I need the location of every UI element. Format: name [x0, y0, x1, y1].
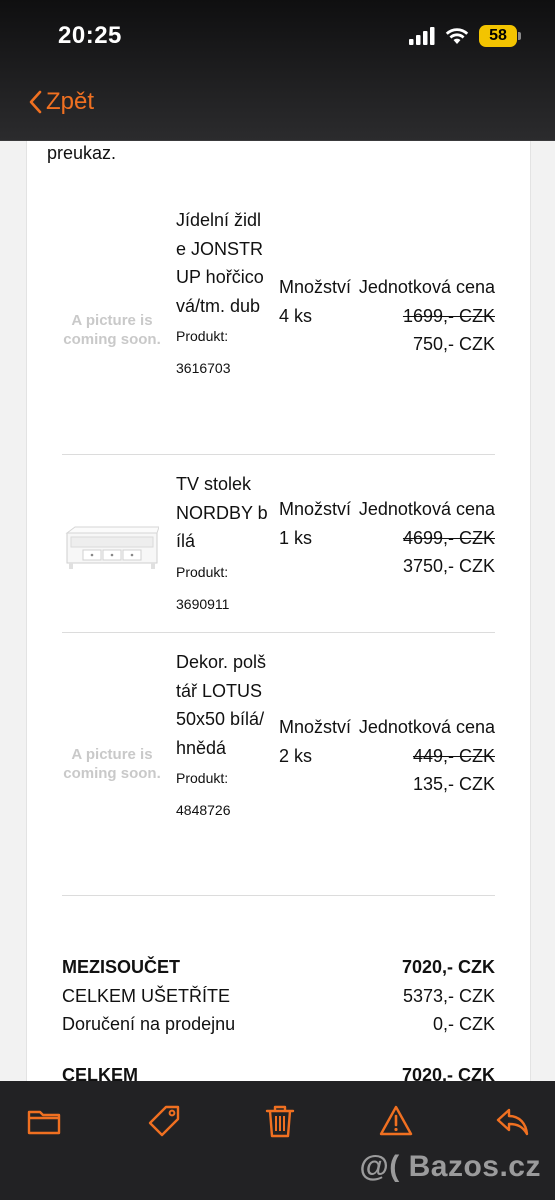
trash-icon: [265, 1105, 295, 1138]
intro-text: preukaz.: [47, 143, 117, 163]
status-time: 20:25: [58, 22, 122, 49]
new-price: 750,- CZK: [412, 334, 495, 354]
product-number: 3616703: [176, 360, 231, 376]
unit-price-label: Jednotková cena: [358, 277, 495, 297]
old-price: 1699,- CZK: [402, 305, 495, 326]
watermark: @( Bazos.cz: [359, 1150, 541, 1183]
product-label: Produkt:: [176, 770, 229, 786]
report-button[interactable]: [378, 1103, 414, 1139]
divider: [62, 895, 495, 896]
delivery-value: 0,- CZK: [432, 1014, 495, 1034]
back-button[interactable]: Zpět: [28, 88, 94, 116]
quantity: Množství 4 ks: [279, 273, 359, 330]
warning-icon: [379, 1105, 413, 1136]
top-bar: 20:25 58 Zpět: [0, 0, 555, 141]
unit-price-label: Jednotková cena: [358, 499, 495, 519]
old-price: 449,- CZK: [412, 745, 495, 766]
signal-icon: [409, 27, 435, 45]
quantity-label: Množství: [279, 499, 352, 519]
status-icons: 58: [409, 24, 521, 48]
quantity-value: 1 ks: [279, 527, 313, 548]
reply-icon: [496, 1108, 529, 1136]
unit-price: Jednotková cena 1699,- CZK 750,- CZK: [355, 273, 495, 359]
total-value: 7020,- CZK: [401, 1064, 495, 1082]
delivery-row: Doručení na prodejnu 0,- CZK: [62, 1010, 495, 1039]
order-item: A picture is coming soon. Dekor. polštář…: [62, 633, 495, 896]
new-price: 135,- CZK: [412, 774, 495, 794]
chevron-left-icon: [29, 90, 42, 114]
quantity-label: Množství: [279, 277, 352, 297]
subtotal-row: MEZISOUČET 7020,- CZK: [62, 953, 495, 982]
unit-price: Jednotková cena 449,- CZK 135,- CZK: [355, 713, 495, 799]
order-totals: MEZISOUČET 7020,- CZK CELKEM UŠETŘÍTE 53…: [62, 953, 495, 1081]
product-image: [62, 503, 162, 593]
product-name[interactable]: Jídelní židle JONSTRUP hořčicová/tm. dub…: [176, 206, 268, 384]
tv-stand-image: [65, 526, 159, 569]
folder-icon: [27, 1110, 61, 1135]
order-item: A picture is coming soon. Jídelní židle …: [62, 201, 495, 455]
tag-button[interactable]: [146, 1103, 182, 1139]
quantity-label: Množství: [279, 717, 352, 737]
unit-price: Jednotková cena 4699,- CZK 3750,- CZK: [355, 495, 495, 581]
product-number: 3690911: [176, 595, 230, 612]
total-row: CELKEM 7020,- CZK: [62, 1061, 495, 1082]
unit-price-label: Jednotková cena: [358, 717, 495, 737]
product-name[interactable]: Dekor. polštář LOTUS 50x50 bílá/hnědá Pr…: [176, 648, 268, 826]
subtotal-label: MEZISOUČET: [62, 957, 181, 977]
order-card: preukaz. A picture is coming soon. Jídel…: [26, 141, 531, 1081]
order-item: TV stolek NORDBY bílá Produkt: 3690911 M…: [62, 455, 495, 633]
trash-button[interactable]: [262, 1103, 298, 1139]
quantity: Množství 1 ks: [279, 495, 359, 552]
savings-row: CELKEM UŠETŘÍTE 5373,- CZK: [62, 982, 495, 1011]
folder-button[interactable]: [26, 1103, 62, 1139]
battery-level: 58: [489, 27, 507, 44]
product-name[interactable]: TV stolek NORDBY bílá Produkt: 3690911: [176, 470, 268, 620]
savings-value: 5373,- CZK: [402, 985, 495, 1006]
old-price: 4699,- CZK: [402, 527, 495, 548]
product-number: 4848726: [176, 802, 231, 818]
subtotal-value: 7020,- CZK: [401, 957, 495, 977]
product-image-placeholder: A picture is coming soon.: [63, 312, 161, 348]
wifi-icon: [445, 28, 469, 44]
product-label: Produkt:: [176, 328, 229, 344]
battery-icon: 58: [479, 25, 521, 47]
product-label: Produkt:: [176, 563, 229, 580]
quantity-value: 4 ks: [279, 305, 313, 326]
tag-icon: [148, 1105, 180, 1137]
new-price: 3750,- CZK: [402, 556, 495, 576]
total-label: CELKEM: [62, 1064, 138, 1082]
delivery-label: Doručení na prodejnu: [62, 1014, 236, 1034]
back-label: Zpět: [46, 88, 95, 115]
reply-button[interactable]: [494, 1103, 530, 1139]
product-image-placeholder: A picture is coming soon.: [63, 746, 161, 782]
quantity-value: 2 ks: [279, 745, 313, 766]
savings-label: CELKEM UŠETŘÍTE: [62, 985, 231, 1006]
quantity: Množství 2 ks: [279, 713, 359, 770]
